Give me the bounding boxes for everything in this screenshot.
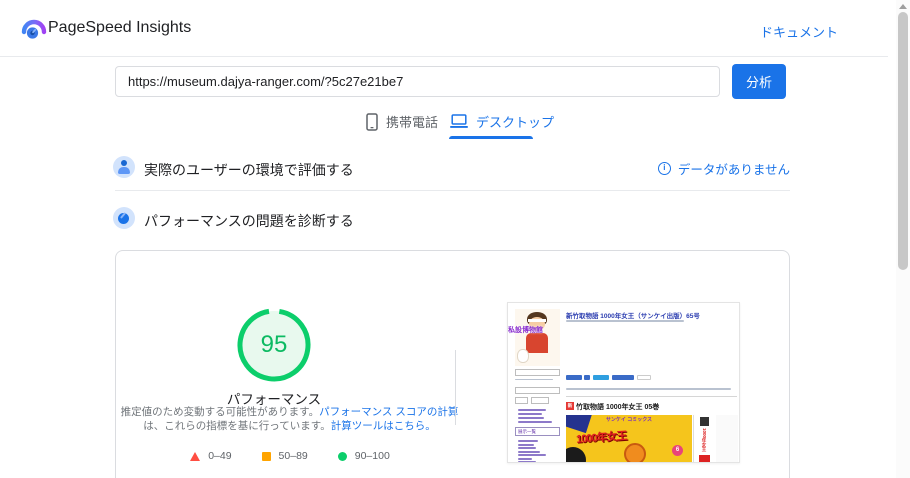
no-data-label: データがありません [677, 163, 790, 177]
note-text-2: は、これらの指標を基に行っています。 [143, 420, 331, 432]
pagespeed-logo-icon [21, 19, 47, 39]
thumb-sidebar-link-bar [518, 421, 552, 423]
site-screenshot-preview: 私設博物館 新竹取物語 1000年女王（サンケイ出版）65号 展示一覧 新 竹取… [507, 302, 740, 463]
site-mascot-image [515, 309, 560, 366]
comic-volume-badge: 6 [672, 445, 683, 456]
performance-gauge[interactable]: 95 [235, 306, 313, 384]
comic-cover-image: サンケイ コミックス 1000年女王 6 1000年女王 [566, 415, 738, 462]
thumb-filter-button [531, 397, 549, 404]
comic-publisher-label: サンケイ コミックス [605, 417, 653, 423]
thumb-sidebar-box: 展示一覧 [515, 427, 560, 436]
legend-item-average: 50–89 [261, 450, 308, 462]
thumb-share-button [566, 375, 582, 380]
thumb-sidebar-link-bar [518, 417, 544, 419]
calculator-link[interactable]: 計算ツールはこちら。 [331, 420, 436, 432]
thumb-sidebar-link-bar [518, 461, 536, 462]
new-badge: 新 [566, 402, 574, 410]
site-name-overlay: 私設博物館 [508, 327, 543, 334]
comic-spine: 1000年女王 [693, 415, 715, 462]
tab-mobile-label: 携帯電話 [386, 115, 439, 130]
diagnose-gauge-icon [113, 207, 135, 229]
page-scrollbar[interactable] [896, 0, 910, 478]
thumb-search-button [515, 397, 528, 404]
thumb-breadcrumb-bar [566, 320, 684, 322]
thumb-search-input [515, 387, 560, 394]
article-title: 竹取物語 1000年女王 05巻 [576, 404, 660, 411]
field-data-user-icon [113, 156, 135, 178]
scroll-up-arrow-icon[interactable] [899, 4, 907, 9]
thumb-sidebar-link-bar [518, 457, 532, 460]
scrollbar-thumb[interactable] [898, 12, 908, 270]
thumb-tags-bar [566, 388, 731, 390]
score-calc-link[interactable]: パフォーマンス スコアの計算 [319, 406, 458, 418]
thumb-page-title: 新竹取物語 1000年女王（サンケイ出版）65号 [566, 313, 700, 320]
performance-score: 95 [260, 331, 288, 358]
thumb-sidebar-link-bar [518, 450, 540, 453]
info-icon: i [657, 162, 671, 175]
thumb-caption-bar [515, 379, 553, 381]
comic-title-text: 1000年女王 [575, 430, 627, 446]
analyze-button[interactable]: 分析 [732, 64, 786, 99]
no-data-link[interactable]: i データがありません [657, 159, 790, 178]
thumb-sidebar-link-bar [518, 413, 542, 415]
thumb-divider [566, 396, 737, 397]
thumb-share-button [612, 375, 634, 380]
tab-desktop-label: デスクトップ [476, 115, 555, 130]
thumb-article-heading: 新 竹取物語 1000年女王 05巻 [566, 402, 738, 411]
vertical-divider [455, 350, 456, 425]
thumb-share-button [637, 375, 651, 380]
field-data-section-title: 実際のユーザーの環境で評価する [144, 162, 354, 178]
thumb-lang-select [515, 369, 560, 376]
comic-front: サンケイ コミックス 1000年女王 6 [566, 415, 692, 462]
thumb-sidebar-link-bar [518, 454, 546, 456]
legend-item-poor: 0–49 [190, 450, 232, 462]
desktop-icon [450, 114, 468, 128]
thumb-share-button [584, 375, 590, 380]
thumb-sidebar-link-bar [518, 447, 536, 449]
score-legend: 0–49 50–89 90–100 [130, 450, 450, 462]
performance-note: 推定値のため変動する可能性があります。パフォーマンス スコアの計算は、これらの指… [117, 405, 462, 433]
note-text-1: 推定値のため変動する可能性があります。 [120, 406, 320, 418]
thumb-sidebar-link-bar [518, 440, 538, 442]
legend-range: 0–49 [208, 450, 232, 462]
app-header: PageSpeed Insights ドキュメント [0, 0, 888, 57]
mobile-phone-icon [366, 112, 378, 131]
thumb-share-button [593, 375, 609, 380]
url-input[interactable] [115, 66, 720, 97]
comic-spine-text: 1000年女王 [702, 428, 707, 452]
orange-square-icon [261, 451, 271, 461]
documentation-link[interactable]: ドキュメント [760, 22, 838, 41]
pagespeed-insights-page: PageSpeed Insights ドキュメント 分析 携帯電話 デスクトップ… [0, 0, 910, 478]
active-tab-underline [449, 136, 533, 139]
thumb-sidebar-link-bar [518, 443, 534, 446]
thumb-sidebar-link-bar [518, 409, 546, 411]
legend-range: 90–100 [354, 450, 390, 462]
red-triangle-icon [190, 451, 201, 461]
section-divider [115, 190, 790, 191]
green-circle-icon [337, 451, 347, 461]
diagnose-section-title: パフォーマンスの問題を診断する [144, 213, 354, 229]
legend-item-good: 90–100 [337, 450, 390, 462]
legend-range: 50–89 [278, 450, 308, 462]
tab-desktop[interactable]: デスクトップ [450, 112, 554, 131]
page-title: PageSpeed Insights [48, 19, 192, 36]
tab-mobile[interactable]: 携帯電話 [366, 112, 438, 131]
